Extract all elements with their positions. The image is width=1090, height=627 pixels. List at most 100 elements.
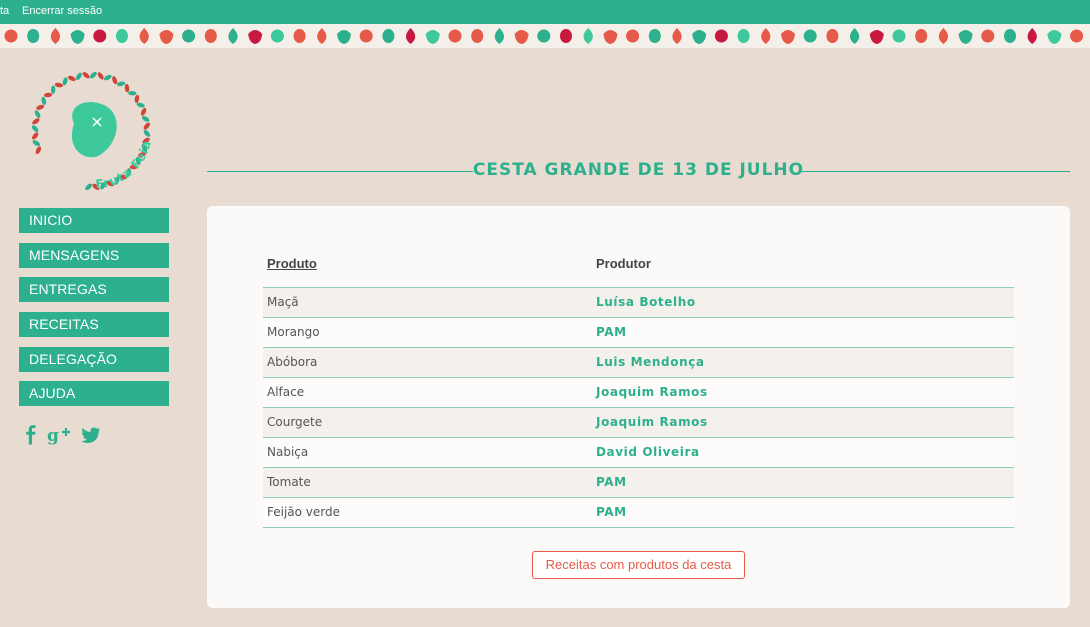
fruit-decoration-icon (293, 29, 306, 43)
wreath-leaf (32, 132, 39, 140)
producer-link[interactable]: PAM (592, 497, 1014, 528)
fruit-decoration-icon (648, 29, 661, 43)
fruit-decoration-icon (270, 29, 284, 43)
wreath-leaf (134, 94, 140, 104)
fruit-decoration-icon (248, 30, 263, 44)
producer-link[interactable]: Joaquim Ramos (592, 407, 1014, 438)
title-divider-right (802, 171, 1070, 172)
producer-link[interactable]: Luis Mendonça (592, 347, 1014, 378)
fruit-decoration-icon (537, 29, 551, 43)
fruit-decoration-icon (714, 29, 728, 43)
fruit-decoration-icon (4, 29, 18, 43)
wreath-leaf (116, 81, 126, 87)
table-header-row: Produto Produtor (263, 250, 1014, 288)
product-cell: Abóbora (263, 347, 592, 378)
fruit-decoration-icon (182, 29, 196, 43)
nav-ajuda[interactable]: AJUDA (19, 381, 169, 407)
basket-table: Produto Produtor Maçã Luísa Botelho Mora… (263, 250, 1014, 528)
topbar-fragment[interactable]: ta (0, 5, 9, 17)
fruit-decoration-icon (892, 29, 906, 43)
producer-link[interactable]: PAM (592, 317, 1014, 348)
wreath-leaf (43, 92, 53, 98)
fruit-decoration-icon (337, 30, 351, 44)
producer-link[interactable]: Luísa Botelho (592, 287, 1014, 318)
page-title: CESTA GRANDE DE 13 DE JULHO (472, 160, 805, 180)
fruit-decoration-icon (494, 28, 505, 44)
wreath-leaf (85, 183, 93, 191)
top-bar: ta Encerrar sessão (0, 0, 1090, 24)
svg-text:g: g (47, 426, 59, 445)
producer-link[interactable]: David Oliveira (592, 437, 1014, 468)
fruit-decoration-icon (50, 28, 61, 44)
nav-mensagens[interactable]: MENSAGENS (19, 242, 169, 268)
wreath-leaf (75, 72, 82, 81)
fruit-decoration-icon (425, 30, 440, 44)
wreath-leaf (35, 146, 42, 155)
fruit-decoration-icon (915, 29, 928, 43)
producer-link[interactable]: Joaquim Ramos (592, 377, 1014, 408)
wreath-leaf (140, 107, 147, 116)
fruta-feia-logo[interactable]: Fruta Feia (26, 66, 156, 196)
wreath-leaf (32, 140, 41, 147)
basket-panel: Produto Produtor Maçã Luísa Botelho Mora… (207, 206, 1070, 608)
fruit-decoration-icon (1004, 29, 1016, 43)
google-plus-icon[interactable]: g (47, 425, 71, 450)
nav-entregas[interactable]: ENTREGAS (19, 277, 169, 303)
fruit-decoration-icon (603, 30, 618, 44)
fruit-decoration-icon (981, 29, 995, 43)
product-column-header[interactable]: Produto (263, 250, 592, 288)
wreath-leaf (103, 74, 112, 81)
table-row: Morango PAM (263, 317, 1014, 348)
twitter-icon[interactable] (81, 426, 101, 449)
fruit-decoration-icon (204, 29, 217, 43)
nav-inicio[interactable]: INICIO (19, 208, 169, 233)
wreath-leaf (143, 122, 150, 130)
product-cell: Maçã (263, 287, 592, 318)
table-row: Tomate PAM (263, 467, 1014, 498)
table-row: Alface Joaquim Ramos (263, 377, 1014, 408)
product-cell: Feijão verde (263, 497, 592, 528)
fruit-decoration-icon (849, 28, 860, 44)
fruit-decoration-icon (70, 30, 85, 44)
wreath-leaf (67, 75, 76, 82)
fruit-decoration-icon (448, 29, 462, 43)
fruit-decoration-icon (737, 29, 750, 43)
table-row: Maçã Luísa Botelho (263, 287, 1014, 318)
wreath-leaf (34, 110, 41, 119)
wreath-leaf (136, 102, 145, 108)
fruit-decoration-icon (958, 30, 973, 44)
wreath-leaf (128, 90, 137, 96)
table-row: Courgete Joaquim Ramos (263, 407, 1014, 438)
fruit-decoration-icon (139, 28, 149, 44)
wreath-leaf (143, 129, 151, 137)
wreath-leaf (32, 118, 40, 125)
social-links: g (25, 425, 101, 450)
fruit-decoration-icon (626, 29, 640, 43)
fruit-decoration-icon (159, 30, 174, 44)
wreath-leaf (141, 115, 150, 122)
table-row: Nabiça David Oliveira (263, 437, 1014, 468)
fruit-decoration-icon (405, 28, 416, 44)
recipes-with-basket-products-button[interactable]: Receitas com produtos da cesta (532, 551, 745, 579)
producer-link[interactable]: PAM (592, 467, 1014, 498)
fruit-decoration-icon (382, 29, 395, 43)
product-cell: Courgete (263, 407, 592, 438)
facebook-icon[interactable] (25, 425, 37, 450)
fruit-decoration-icon (317, 28, 327, 44)
page-title-bar: CESTA GRANDE DE 13 DE JULHO (207, 160, 1070, 184)
nav-delegacao[interactable]: DELEGAÇÃO (19, 346, 169, 372)
fruit-decoration-icon (116, 29, 128, 43)
wreath-leaf (62, 77, 68, 86)
fruit-decoration-icon (869, 30, 884, 44)
main-nav: INICIO MENSAGENS ENTREGAS RECEITAS DELEG… (19, 208, 169, 416)
fruit-decoration-icon (560, 29, 572, 43)
fruit-decoration-icon (761, 28, 771, 44)
fruit-decoration-icon (826, 29, 839, 43)
fruit-decoration-icon (672, 28, 682, 44)
fruit-decoration-icon (228, 28, 238, 44)
nav-receitas[interactable]: RECEITAS (19, 312, 169, 338)
logout-link[interactable]: Encerrar sessão (22, 5, 102, 17)
fruit-decoration-icon (359, 29, 373, 43)
wreath-leaf (112, 76, 118, 85)
product-cell: Alface (263, 377, 592, 408)
